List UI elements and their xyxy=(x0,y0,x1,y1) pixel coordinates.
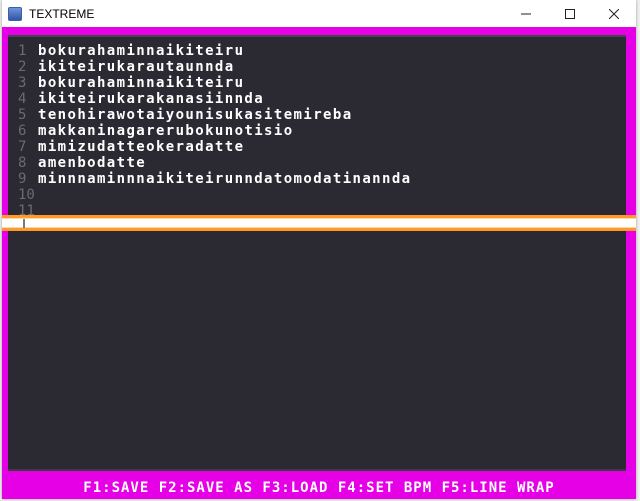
line-number: 10 xyxy=(18,187,35,203)
editor-line[interactable]: 7 mimizudatteokeradatte xyxy=(16,139,412,155)
app-window: TEXTREME 1 bokurahaminnaikiteiru 2 ikiteiru… xyxy=(2,0,636,499)
editor-bottom-border xyxy=(8,469,626,471)
title-bar[interactable]: TEXTREME xyxy=(2,0,636,27)
window-title: TEXTREME xyxy=(29,6,95,21)
maximize-button[interactable] xyxy=(548,0,592,27)
editor-line[interactable]: 10 xyxy=(16,187,412,203)
line-text: mimizudatteokeradatte xyxy=(38,139,245,155)
line-number: 8 xyxy=(18,155,27,171)
editor-line[interactable]: 5 tenohirawotaiyounisukasitemireba xyxy=(16,107,412,123)
line-text: bokurahaminnaikiteiru xyxy=(38,43,245,59)
line-text: bokurahaminnaikiteiru xyxy=(38,75,245,91)
editor-line[interactable]: 1 bokurahaminnaikiteiru xyxy=(16,43,412,59)
close-icon xyxy=(609,8,619,19)
line-text: ikiteirukarautaunnda xyxy=(38,59,235,75)
client-area: 1 bokurahaminnaikiteiru 2 ikiteirukarautaun… xyxy=(2,27,636,499)
line-number: 9 xyxy=(18,171,27,187)
line-text: makkaninagarerubokunotisio xyxy=(38,123,294,139)
editor-lines: 1 bokurahaminnaikiteiru 2 ikiteirukarautaun… xyxy=(16,43,412,219)
minimize-icon xyxy=(521,13,531,14)
line-text: minnnaminnnaikiteirunndatomodatinannda xyxy=(38,171,412,187)
function-key-bar: F1:SAVE F2:SAVE AS F3:LOAD F4:SET BPM F5… xyxy=(83,480,555,496)
close-button[interactable] xyxy=(592,0,636,27)
editor-line[interactable]: 6 makkaninagarerubokunotisio xyxy=(16,123,412,139)
minimize-button[interactable] xyxy=(504,0,548,27)
line-text: tenohirawotaiyounisukasitemireba xyxy=(38,107,353,123)
line-number: 1 xyxy=(18,43,27,59)
editor-line[interactable]: 2 ikiteirukarautaunnda xyxy=(16,59,412,75)
line-text: ikiteirukarakanasiinnda xyxy=(38,91,265,107)
text-cursor xyxy=(23,219,25,228)
line-number: 7 xyxy=(18,139,27,155)
editor-line[interactable]: 4 ikiteirukarakanasiinnda xyxy=(16,91,412,107)
maximize-icon xyxy=(565,8,575,19)
line-text: amenbodatte xyxy=(38,155,147,171)
current-line-highlight xyxy=(2,215,636,231)
editor-line[interactable]: 9 minnnaminnnaikiteirunndatomodatinannda xyxy=(16,171,412,187)
editor-line[interactable]: 3 bokurahaminnaikiteiru xyxy=(16,75,412,91)
editor-line[interactable]: 8 amenbodatte xyxy=(16,155,412,171)
line-number: 4 xyxy=(18,91,27,107)
text-editor[interactable]: 1 bokurahaminnaikiteiru 2 ikiteirukarautaun… xyxy=(2,35,636,471)
line-number: 6 xyxy=(18,123,27,139)
app-icon xyxy=(8,6,22,21)
line-number: 2 xyxy=(18,59,27,75)
line-number: 5 xyxy=(18,107,27,123)
line-number: 3 xyxy=(18,75,27,91)
